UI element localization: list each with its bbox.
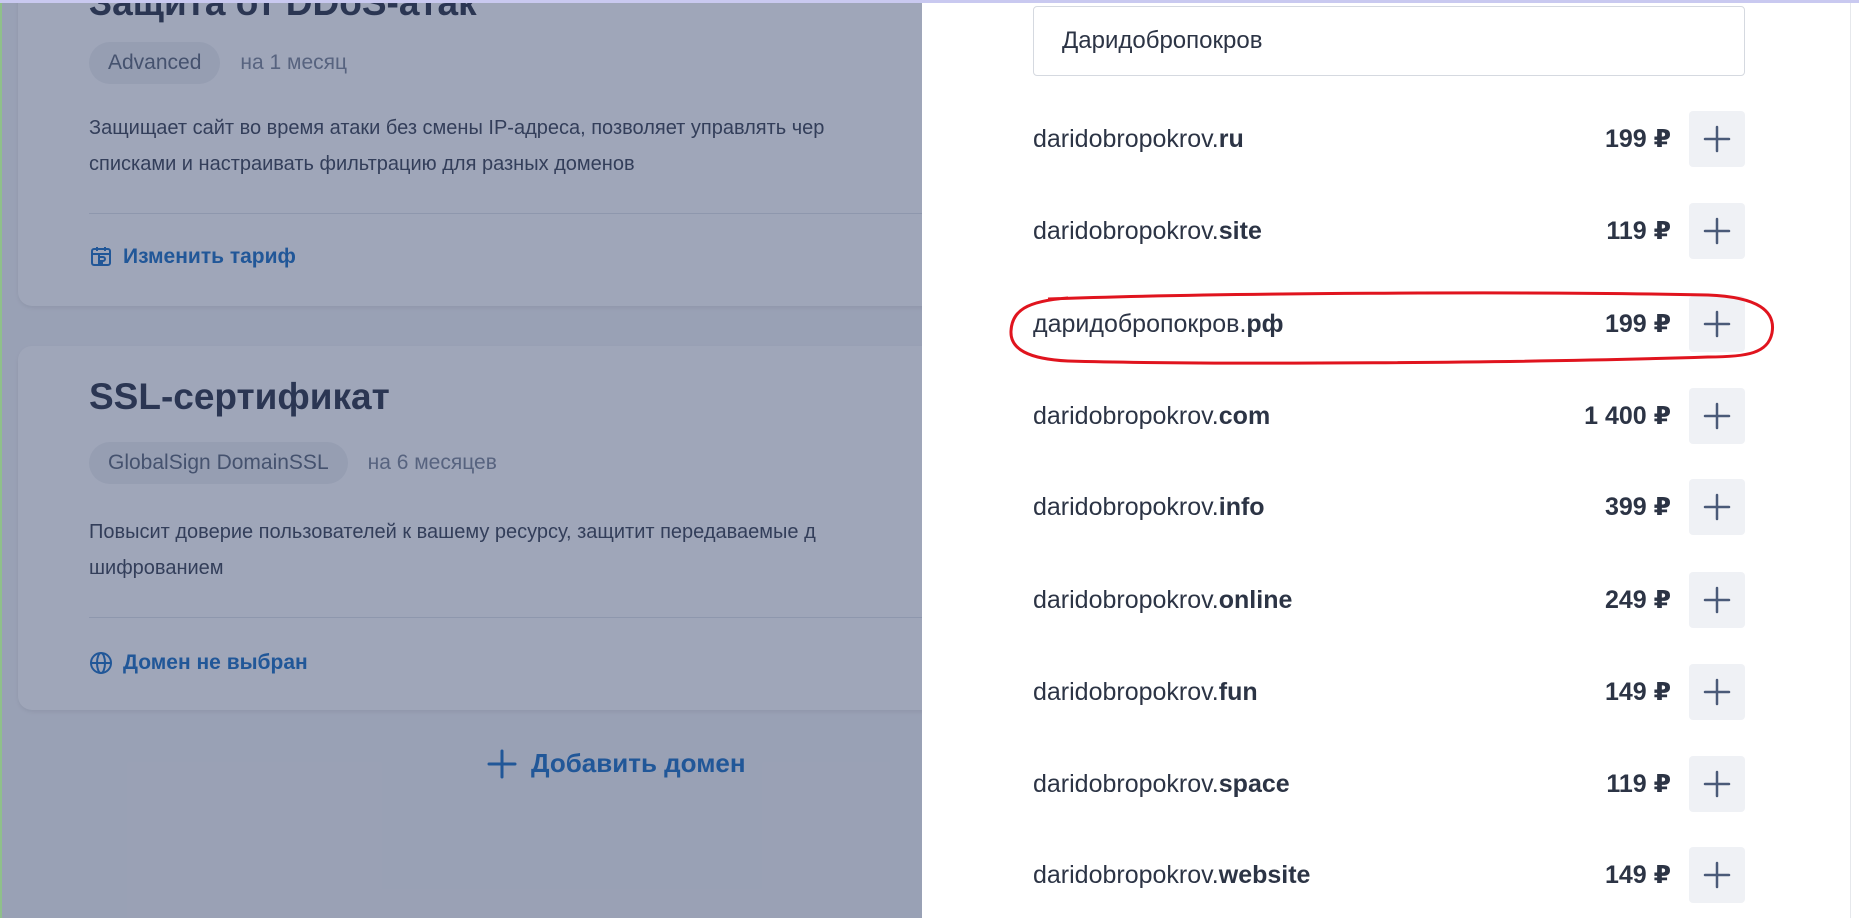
domain-zone: site: [1218, 216, 1262, 245]
domain-name: daridobropokrov.site: [1033, 217, 1606, 246]
domain-base: daridobropokrov.: [1033, 124, 1219, 153]
domain-name: даридобропокров.рф: [1033, 310, 1605, 339]
domain-price: 1 400 ₽: [1584, 402, 1671, 430]
plus-icon: [1703, 586, 1731, 614]
plus-icon: [1703, 678, 1731, 706]
domain-zone: рф: [1246, 309, 1284, 338]
domain-base: daridobropokrov.: [1033, 769, 1219, 798]
add-to-cart-button[interactable]: [1689, 296, 1745, 352]
domain-price: 249 ₽: [1604, 586, 1671, 614]
domain-price: 119 ₽: [1606, 770, 1671, 798]
add-to-cart-button[interactable]: [1689, 847, 1745, 903]
domain-name: daridobropokrov.info: [1033, 493, 1605, 522]
domain-price: 399 ₽: [1604, 493, 1671, 521]
domain-zone: com: [1218, 401, 1271, 430]
add-to-cart-button[interactable]: [1689, 572, 1745, 628]
domain-price: 119 ₽: [1606, 217, 1671, 245]
panel-border: [1850, 0, 1851, 918]
domain-row: daridobropokrov.fun 149 ₽: [1033, 663, 1745, 721]
add-to-cart-button[interactable]: [1689, 664, 1745, 720]
add-to-cart-button[interactable]: [1689, 479, 1745, 535]
plus-icon: [1703, 402, 1731, 430]
window-left-edge: [0, 0, 2, 918]
domain-name: daridobropokrov.fun: [1033, 678, 1605, 707]
domain-row: daridobropokrov.online 249 ₽: [1033, 571, 1745, 629]
domain-zone: fun: [1218, 677, 1258, 706]
domain-row: daridobropokrov.website 149 ₽: [1033, 846, 1745, 904]
domain-name: daridobropokrov.ru: [1033, 125, 1605, 154]
plus-icon: [1703, 125, 1731, 153]
domain-price: 149 ₽: [1604, 678, 1671, 706]
domain-search-input[interactable]: [1033, 6, 1745, 76]
domain-row: даридобропокров.рф 199 ₽: [1033, 295, 1745, 353]
domain-name: daridobropokrov.space: [1033, 770, 1606, 799]
domain-base: daridobropokrov.: [1033, 492, 1219, 521]
plus-icon: [1703, 770, 1731, 798]
domain-row: daridobropokrov.site 119 ₽: [1033, 202, 1745, 260]
domain-price: 149 ₽: [1604, 861, 1671, 889]
domain-zone: space: [1218, 769, 1290, 798]
domain-row: daridobropokrov.com 1 400 ₽: [1033, 387, 1745, 445]
add-to-cart-button[interactable]: [1689, 203, 1745, 259]
domain-row: daridobropokrov.space 119 ₽: [1033, 755, 1745, 813]
domain-base: daridobropokrov.: [1033, 401, 1219, 430]
add-to-cart-button[interactable]: [1689, 388, 1745, 444]
window-top-edge: [0, 0, 1859, 3]
add-to-cart-button[interactable]: [1689, 756, 1745, 812]
domain-base: daridobropokrov.: [1033, 860, 1219, 889]
domain-zone: website: [1218, 860, 1311, 889]
domain-name: daridobropokrov.website: [1033, 861, 1605, 890]
domain-name: daridobropokrov.com: [1033, 402, 1584, 431]
domain-base: daridobropokrov.: [1033, 677, 1219, 706]
domain-base: daridobropokrov.: [1033, 216, 1219, 245]
domain-base: daridobropokrov.: [1033, 585, 1219, 614]
domain-price: 199 ₽: [1604, 125, 1671, 153]
plus-icon: [1703, 217, 1731, 245]
add-to-cart-button[interactable]: [1689, 111, 1745, 167]
domain-zone: online: [1218, 585, 1293, 614]
modal-overlay[interactable]: [0, 0, 922, 918]
plus-icon: [1703, 861, 1731, 889]
domain-zone: info: [1218, 492, 1265, 521]
domain-zone: ru: [1218, 124, 1244, 153]
domain-row: daridobropokrov.info 399 ₽: [1033, 478, 1745, 536]
plus-icon: [1703, 310, 1731, 338]
domain-name: daridobropokrov.online: [1033, 586, 1605, 615]
domain-price: 199 ₽: [1604, 310, 1671, 338]
domain-search-panel: daridobropokrov.ru199 ₽daridobropokrov.s…: [922, 0, 1859, 918]
plus-icon: [1703, 493, 1731, 521]
domain-row: daridobropokrov.ru 199 ₽: [1033, 110, 1745, 168]
domain-base: даридобропокров.: [1033, 309, 1247, 338]
